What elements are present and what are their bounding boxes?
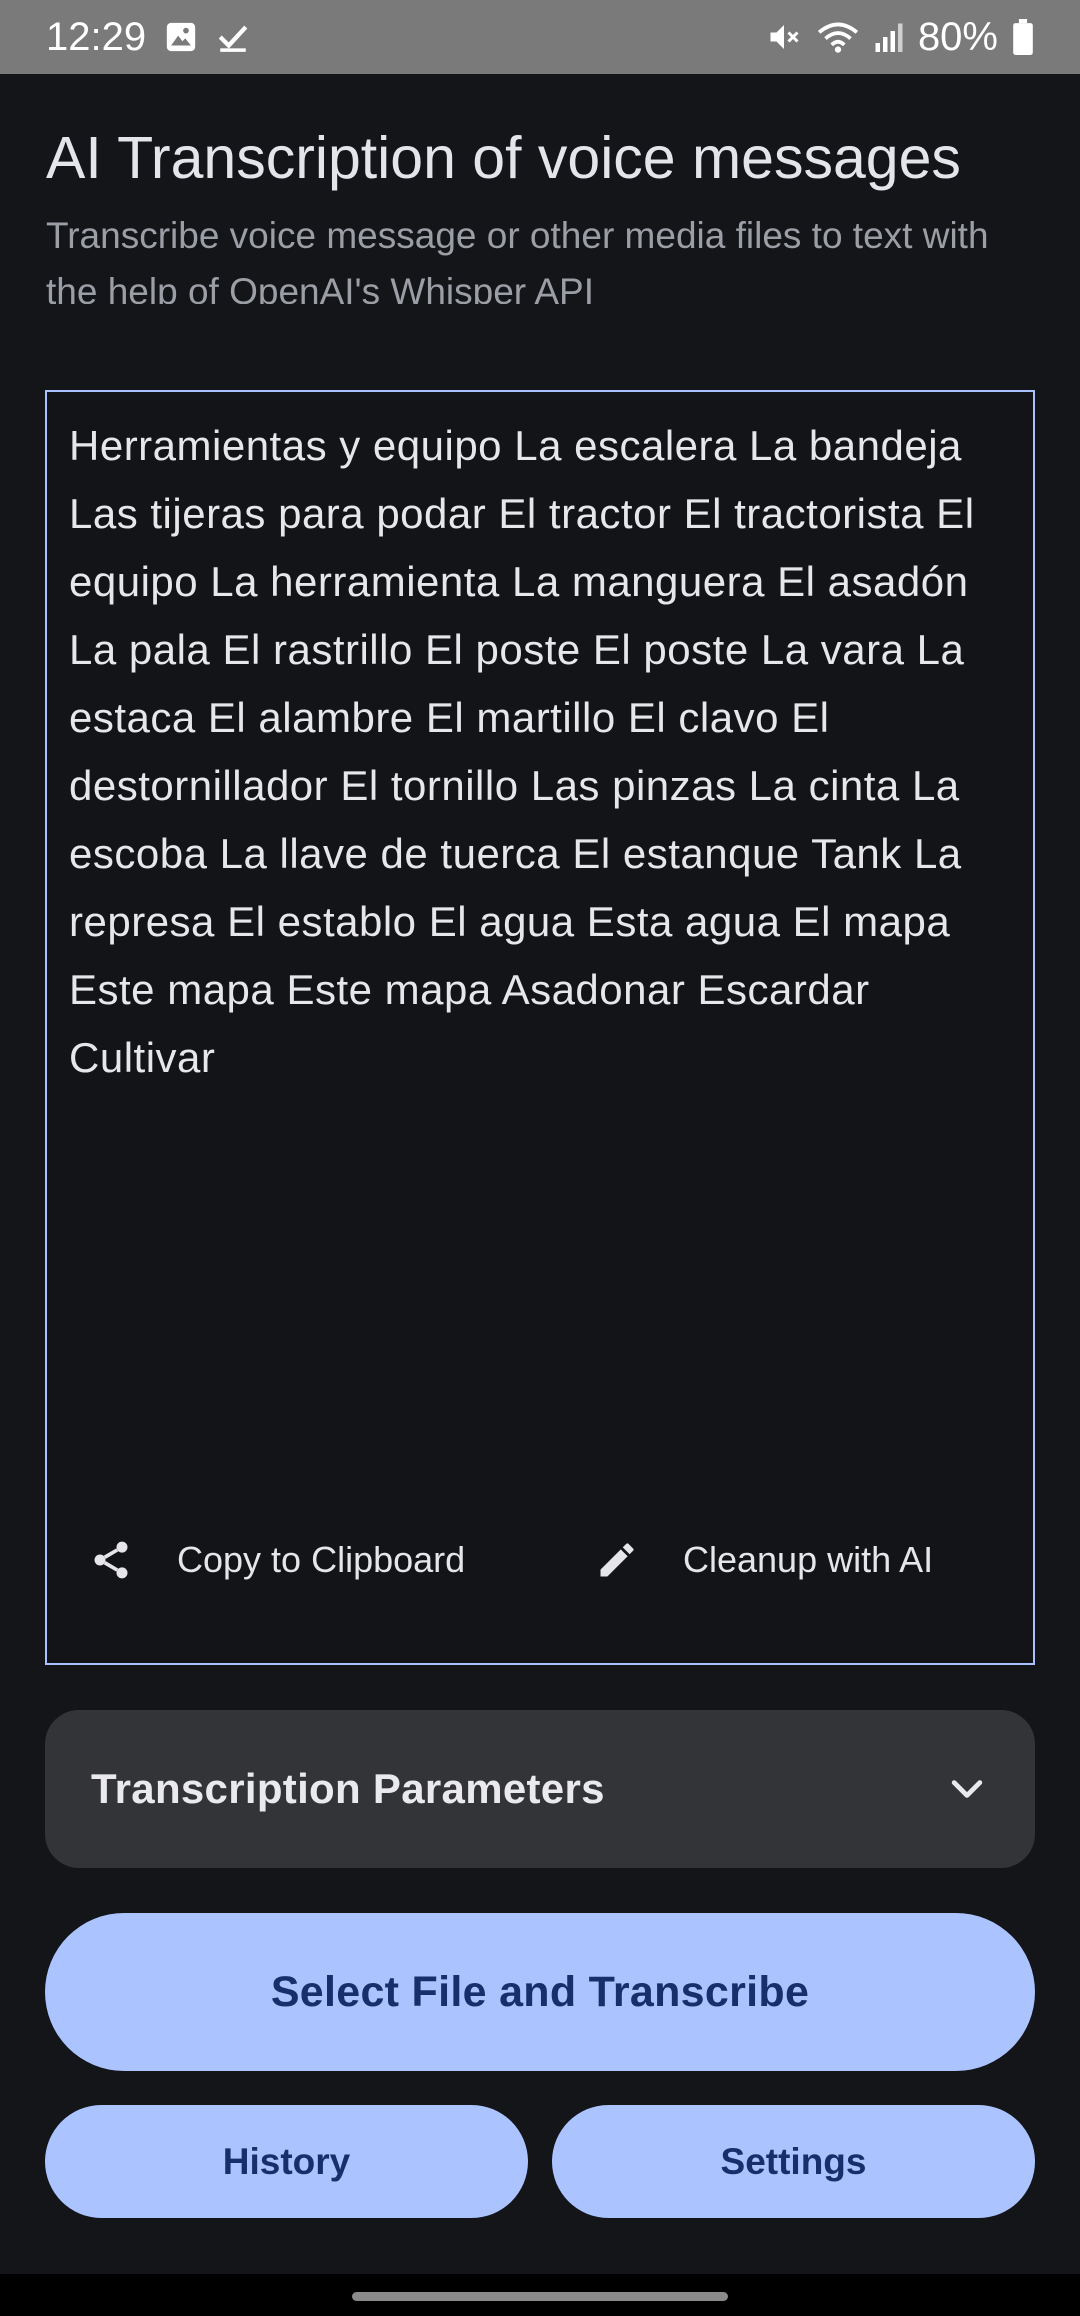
page-subtitle: Transcribe voice message or other media … <box>46 215 989 304</box>
select-file-and-transcribe-button[interactable]: Select File and Transcribe <box>45 1913 1035 2071</box>
battery-icon <box>1012 19 1034 55</box>
transcript-actions: Copy to Clipboard Cleanup with AI <box>47 1510 1033 1610</box>
transcription-parameters-panel[interactable]: Transcription Parameters <box>45 1710 1035 1868</box>
history-button[interactable]: History <box>45 2105 528 2218</box>
share-icon <box>89 1538 133 1582</box>
status-left: 12:29 <box>46 15 250 60</box>
wifi-icon <box>816 19 860 55</box>
signal-icon <box>874 20 904 54</box>
check-icon <box>216 20 250 54</box>
gallery-icon <box>164 20 198 54</box>
cleanup-label: Cleanup with AI <box>683 1539 934 1580</box>
transcript-text[interactable]: Herramientas y equipo La escalera La ban… <box>69 412 1019 1092</box>
pencil-icon <box>595 1538 639 1582</box>
header: AI Transcription of voice messages Trans… <box>46 118 1036 304</box>
cleanup-with-ai-button[interactable]: Cleanup with AI <box>595 1538 933 1582</box>
transcript-box: Herramientas y equipo La escalera La ban… <box>45 390 1035 1665</box>
status-time: 12:29 <box>46 14 147 59</box>
page-title: AI Transcription of voice messages <box>46 125 961 191</box>
mute-icon <box>766 19 802 55</box>
status-bar: 12:29 80% <box>0 0 1080 74</box>
status-right: 80% <box>766 15 1034 60</box>
copy-label: Copy to Clipboard <box>177 1539 466 1580</box>
battery-percent: 80% <box>917 14 998 59</box>
chevron-down-icon[interactable] <box>945 1767 989 1811</box>
home-indicator[interactable] <box>352 2292 728 2301</box>
copy-to-clipboard-button[interactable]: Copy to Clipboard <box>89 1538 465 1582</box>
settings-button[interactable]: Settings <box>552 2105 1035 2218</box>
params-label: Transcription Parameters <box>91 1765 605 1812</box>
